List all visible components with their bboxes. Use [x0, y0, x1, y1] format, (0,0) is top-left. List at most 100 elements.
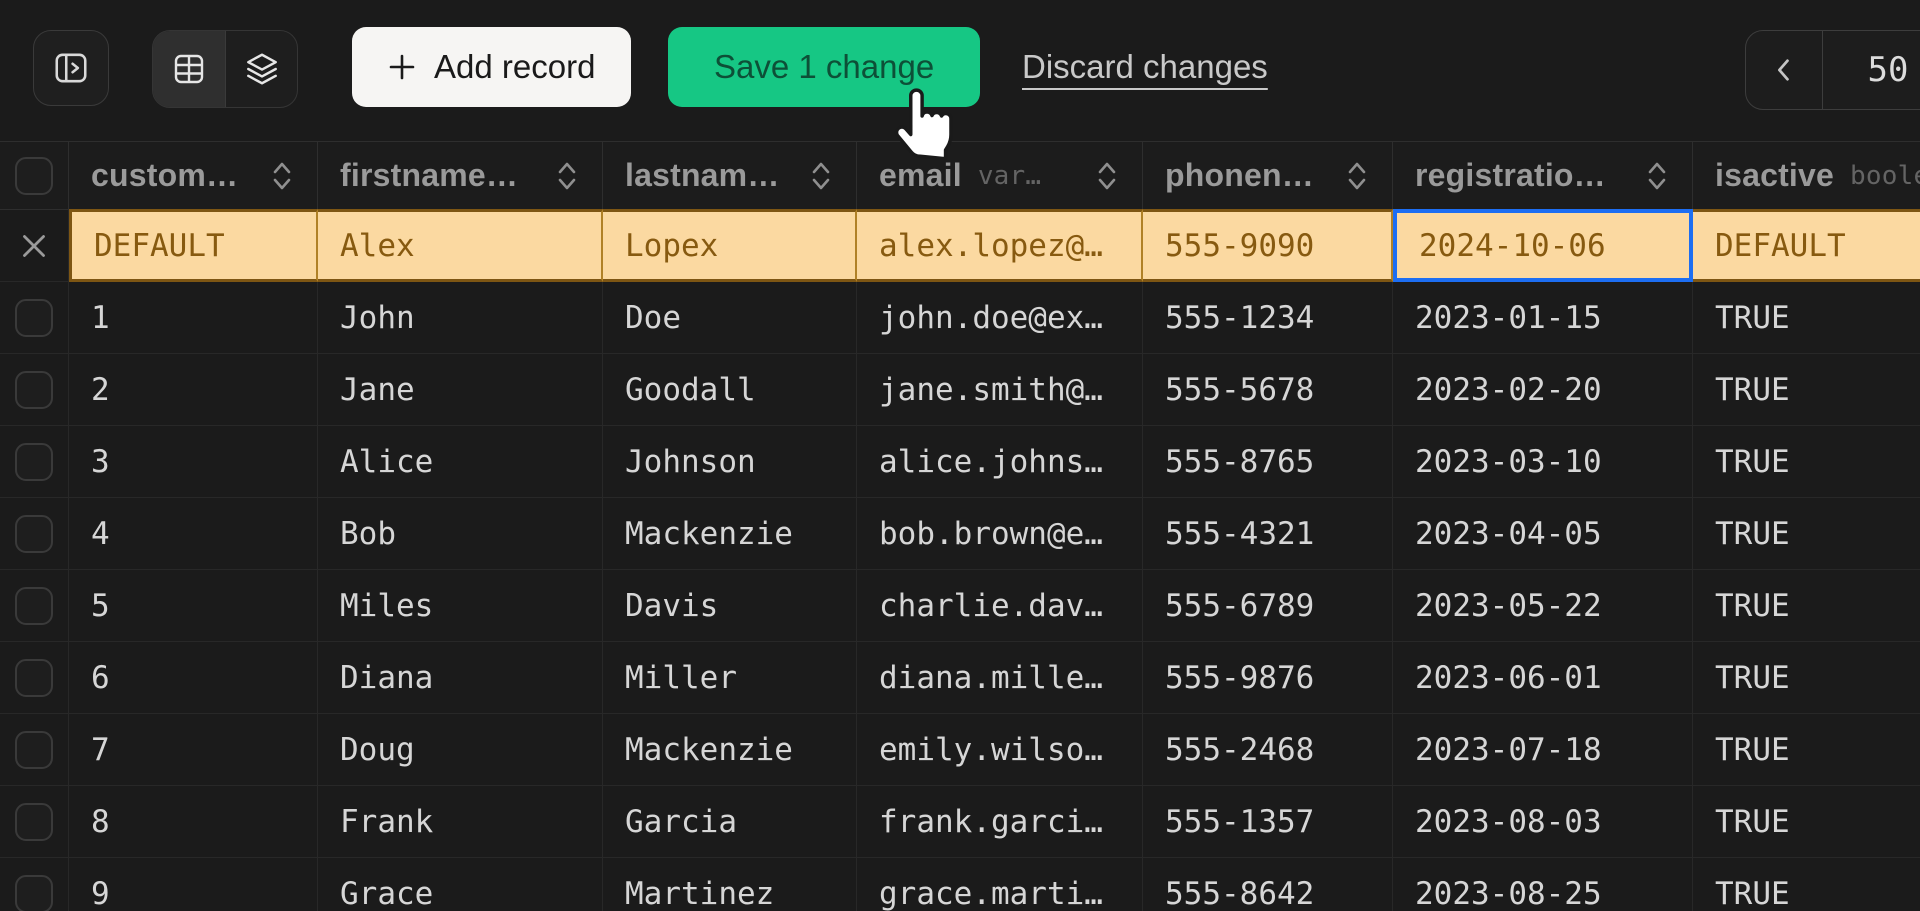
- table-cell[interactable]: 2023-03-10: [1393, 426, 1693, 498]
- column-header-lastname[interactable]: lastnam…: [603, 142, 857, 209]
- table-cell[interactable]: bob.brown@e…: [857, 498, 1143, 570]
- table-cell[interactable]: 555-4321: [1143, 498, 1393, 570]
- column-header-customerid[interactable]: custom…: [69, 142, 318, 209]
- remove-pending-row-cell[interactable]: [0, 209, 69, 282]
- table-cell[interactable]: alice.johns…: [857, 426, 1143, 498]
- row-select-cell[interactable]: [0, 570, 69, 642]
- row-select-cell[interactable]: [0, 786, 69, 858]
- select-all-cell[interactable]: [0, 142, 69, 209]
- table-view-button[interactable]: [153, 31, 225, 107]
- add-record-button[interactable]: Add record: [352, 27, 631, 107]
- table-cell[interactable]: Jane: [318, 354, 603, 426]
- table-cell[interactable]: 8: [69, 786, 318, 858]
- column-header-phonenumber[interactable]: phonen…: [1143, 142, 1393, 209]
- table-cell[interactable]: 555-8765: [1143, 426, 1393, 498]
- table-cell[interactable]: Frank: [318, 786, 603, 858]
- discard-changes-link[interactable]: Discard changes: [1022, 27, 1268, 107]
- column-header-isactive[interactable]: isactive boole: [1693, 142, 1920, 209]
- table-cell[interactable]: 7: [69, 714, 318, 786]
- pending-cell[interactable]: alex.lopez@…: [857, 209, 1143, 282]
- pending-cell[interactable]: Lopex: [603, 209, 857, 282]
- table-cell[interactable]: 2: [69, 354, 318, 426]
- row-select-cell[interactable]: [0, 426, 69, 498]
- row-checkbox[interactable]: [15, 443, 53, 481]
- table-cell[interactable]: Johnson: [603, 426, 857, 498]
- table-cell[interactable]: john.doe@ex…: [857, 282, 1143, 354]
- row-checkbox[interactable]: [15, 659, 53, 697]
- table-cell[interactable]: Miles: [318, 570, 603, 642]
- table-cell[interactable]: 6: [69, 642, 318, 714]
- row-checkbox[interactable]: [15, 515, 53, 553]
- table-cell[interactable]: grace.marti…: [857, 858, 1143, 911]
- pending-cell[interactable]: DEFAULT: [69, 209, 318, 282]
- table-cell[interactable]: 9: [69, 858, 318, 911]
- table-cell[interactable]: Miller: [603, 642, 857, 714]
- table-cell[interactable]: 555-2468: [1143, 714, 1393, 786]
- table-cell[interactable]: 555-8642: [1143, 858, 1393, 911]
- table-cell[interactable]: Garcia: [603, 786, 857, 858]
- row-select-cell[interactable]: [0, 642, 69, 714]
- sort-chevrons-icon[interactable]: [1632, 160, 1668, 192]
- table-cell[interactable]: Doug: [318, 714, 603, 786]
- save-changes-button[interactable]: Save 1 change: [668, 27, 980, 107]
- table-cell[interactable]: emily.wilso…: [857, 714, 1143, 786]
- table-cell[interactable]: TRUE: [1693, 354, 1920, 426]
- table-cell[interactable]: Martinez: [603, 858, 857, 911]
- row-select-cell[interactable]: [0, 498, 69, 570]
- table-cell[interactable]: Mackenzie: [603, 714, 857, 786]
- table-cell[interactable]: 2023-06-01: [1393, 642, 1693, 714]
- table-cell[interactable]: 2023-07-18: [1393, 714, 1693, 786]
- select-all-checkbox[interactable]: [15, 157, 53, 195]
- row-select-cell[interactable]: [0, 858, 69, 911]
- table-cell[interactable]: 555-9876: [1143, 642, 1393, 714]
- table-cell[interactable]: Davis: [603, 570, 857, 642]
- table-cell[interactable]: 3: [69, 426, 318, 498]
- table-cell[interactable]: 2023-08-25: [1393, 858, 1693, 911]
- table-cell[interactable]: 2023-01-15: [1393, 282, 1693, 354]
- pending-cell[interactable]: DEFAULT: [1693, 209, 1920, 282]
- table-cell[interactable]: 1: [69, 282, 318, 354]
- pending-cell[interactable]: 2024-10-06: [1393, 209, 1693, 282]
- table-cell[interactable]: TRUE: [1693, 858, 1920, 911]
- table-cell[interactable]: Alice: [318, 426, 603, 498]
- row-checkbox[interactable]: [15, 371, 53, 409]
- sidebar-toggle-button[interactable]: [33, 30, 109, 106]
- table-cell[interactable]: charlie.dav…: [857, 570, 1143, 642]
- table-cell[interactable]: TRUE: [1693, 570, 1920, 642]
- table-cell[interactable]: 555-5678: [1143, 354, 1393, 426]
- table-cell[interactable]: diana.mille…: [857, 642, 1143, 714]
- page-size-value[interactable]: 50: [1822, 30, 1920, 110]
- previous-page-button[interactable]: [1745, 30, 1823, 110]
- stack-view-button[interactable]: [225, 31, 297, 107]
- table-cell[interactable]: Grace: [318, 858, 603, 911]
- table-cell[interactable]: TRUE: [1693, 642, 1920, 714]
- table-cell[interactable]: jane.smith@…: [857, 354, 1143, 426]
- table-cell[interactable]: 2023-08-03: [1393, 786, 1693, 858]
- table-cell[interactable]: Bob: [318, 498, 603, 570]
- table-cell[interactable]: 4: [69, 498, 318, 570]
- table-cell[interactable]: 555-1357: [1143, 786, 1393, 858]
- table-cell[interactable]: 555-1234: [1143, 282, 1393, 354]
- table-cell[interactable]: Goodall: [603, 354, 857, 426]
- row-select-cell[interactable]: [0, 282, 69, 354]
- row-select-cell[interactable]: [0, 714, 69, 786]
- row-checkbox[interactable]: [15, 299, 53, 337]
- sort-chevrons-icon[interactable]: [796, 160, 832, 192]
- table-cell[interactable]: TRUE: [1693, 498, 1920, 570]
- table-cell[interactable]: 2023-05-22: [1393, 570, 1693, 642]
- table-cell[interactable]: 555-6789: [1143, 570, 1393, 642]
- pending-cell[interactable]: 555-9090: [1143, 209, 1393, 282]
- row-checkbox[interactable]: [15, 731, 53, 769]
- column-header-email[interactable]: email var…: [857, 142, 1143, 209]
- table-cell[interactable]: frank.garci…: [857, 786, 1143, 858]
- table-cell[interactable]: Doe: [603, 282, 857, 354]
- table-cell[interactable]: 2023-04-05: [1393, 498, 1693, 570]
- sort-chevrons-icon[interactable]: [257, 160, 293, 192]
- table-cell[interactable]: TRUE: [1693, 786, 1920, 858]
- table-cell[interactable]: John: [318, 282, 603, 354]
- sort-chevrons-icon[interactable]: [1332, 160, 1368, 192]
- sort-chevrons-icon[interactable]: [1082, 160, 1118, 192]
- table-cell[interactable]: Diana: [318, 642, 603, 714]
- row-checkbox[interactable]: [15, 803, 53, 841]
- sort-chevrons-icon[interactable]: [542, 160, 578, 192]
